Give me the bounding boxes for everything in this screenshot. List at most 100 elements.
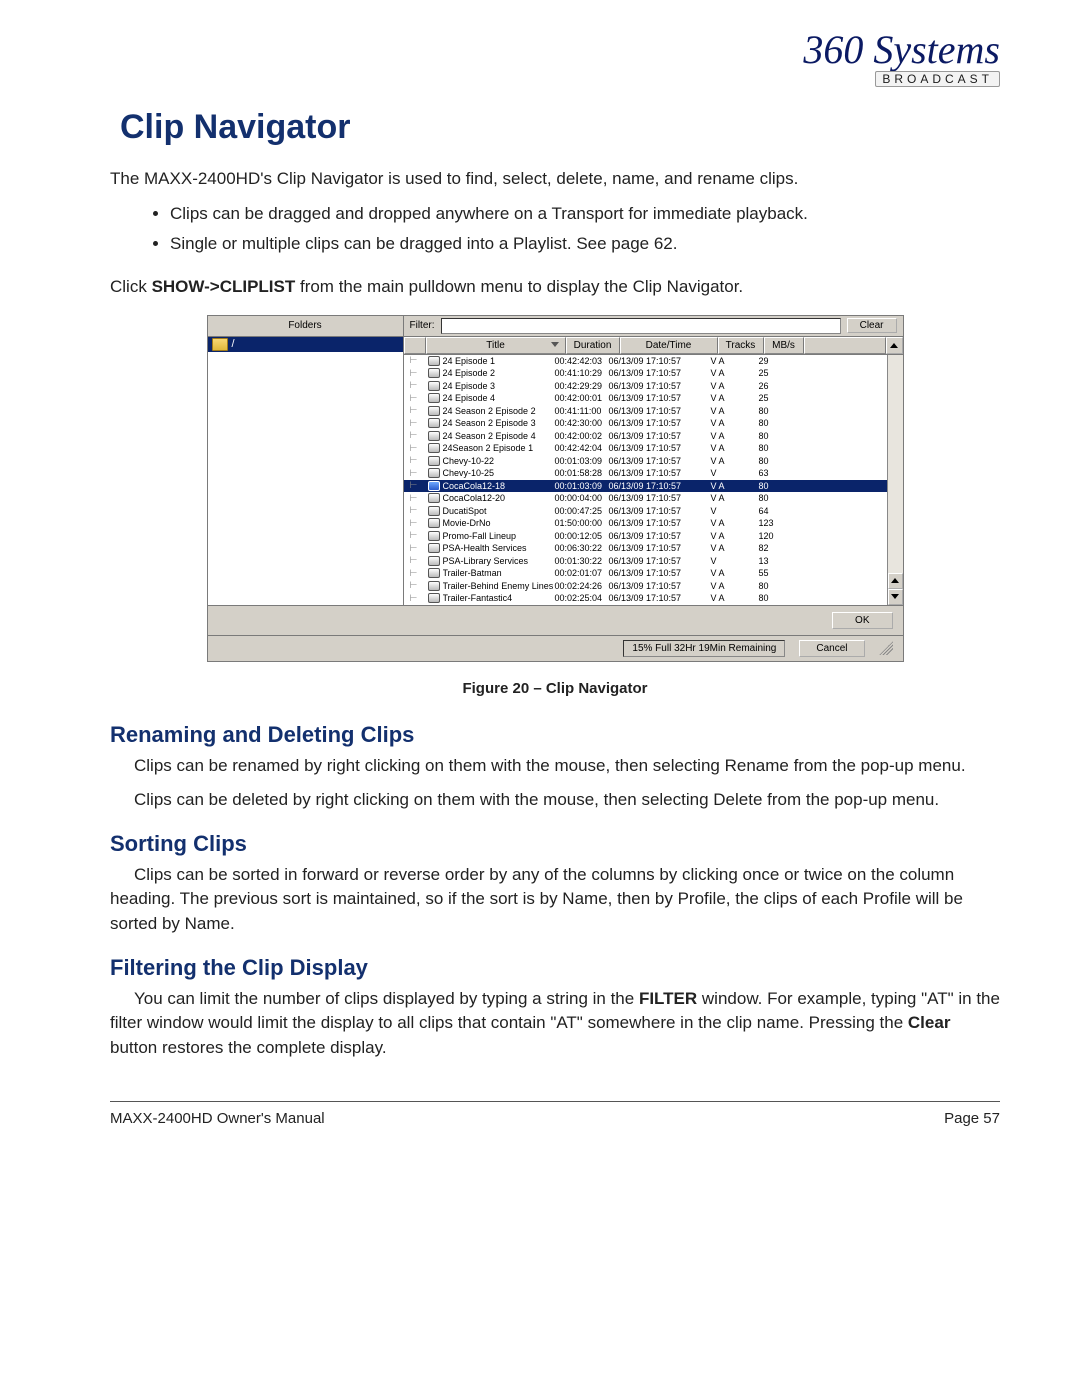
clip-tracks: V [707, 556, 757, 566]
clip-mbs: 120 [757, 531, 799, 541]
clip-icon [428, 443, 440, 453]
clip-title: 24 Episode 4 [443, 393, 555, 403]
clip-icon [428, 381, 440, 391]
clip-row[interactable]: ⊢24 Season 2 Episode 400:42:00:0206/13/0… [404, 430, 887, 443]
scroll-down-small[interactable] [888, 589, 903, 605]
bullet-item: Clips can be dragged and dropped anywher… [170, 202, 1000, 227]
clip-row[interactable]: ⊢24 Episode 200:41:10:2906/13/09 17:10:5… [404, 367, 887, 380]
clip-row[interactable]: ⊢24 Episode 400:42:00:0106/13/09 17:10:5… [404, 392, 887, 405]
clip-row[interactable]: ⊢PSA-Library Services00:01:30:2206/13/09… [404, 555, 887, 568]
clip-row[interactable]: ⊢Trailer-Fantastic400:02:25:0406/13/09 1… [404, 592, 887, 605]
clip-row[interactable]: ⊢24 Season 2 Episode 200:41:11:0006/13/0… [404, 405, 887, 418]
clip-row[interactable]: ⊢Chevy-10-2500:01:58:2806/13/09 17:10:57… [404, 467, 887, 480]
clip-row[interactable]: ⊢Chevy-10-2200:01:03:0906/13/09 17:10:57… [404, 455, 887, 468]
vertical-scrollbar[interactable] [887, 355, 903, 605]
clip-title: 24 Season 2 Episode 3 [443, 418, 555, 428]
clip-datetime: 06/13/09 17:10:57 [609, 406, 707, 416]
clip-tracks: V A [707, 368, 757, 378]
clip-row[interactable]: ⊢DucatiSpot00:00:47:2506/13/09 17:10:57V… [404, 505, 887, 518]
columns-header: Title Duration Date/Time Tracks MB/s [404, 337, 903, 355]
clip-datetime: 06/13/09 17:10:57 [609, 506, 707, 516]
clip-duration: 00:00:04:00 [555, 493, 609, 503]
tree-branch-icon: ⊢ [410, 530, 428, 541]
clip-title: Chevy-10-25 [443, 468, 555, 478]
tree-branch-icon: ⊢ [410, 480, 428, 491]
col-mbs[interactable]: MB/s [764, 337, 804, 354]
clip-datetime: 06/13/09 17:10:57 [609, 393, 707, 403]
clip-duration: 00:41:10:29 [555, 368, 609, 378]
clip-row[interactable]: ⊢Promo-Fall Lineup00:00:12:0506/13/09 17… [404, 530, 887, 543]
clip-datetime: 06/13/09 17:10:57 [609, 368, 707, 378]
tree-branch-icon: ⊢ [410, 443, 428, 454]
clip-icon [428, 356, 440, 366]
clip-icon [428, 556, 440, 566]
folder-icon [212, 338, 228, 351]
clip-tracks: V A [707, 493, 757, 503]
clip-datetime: 06/13/09 17:10:57 [609, 593, 707, 603]
clip-datetime: 06/13/09 17:10:57 [609, 531, 707, 541]
tree-branch-icon: ⊢ [410, 393, 428, 404]
clips-pane: Title Duration Date/Time Tracks MB/s ⊢24… [404, 337, 903, 605]
clip-icon [428, 543, 440, 553]
cancel-button[interactable]: Cancel [799, 640, 864, 657]
clear-button[interactable]: Clear [847, 318, 897, 333]
clip-title: 24 Season 2 Episode 2 [443, 406, 555, 416]
clip-mbs: 80 [757, 443, 799, 453]
intro-text: The MAXX-2400HD's Clip Navigator is used… [110, 167, 1000, 192]
clip-row[interactable]: ⊢24 Episode 300:42:29:2906/13/09 17:10:5… [404, 380, 887, 393]
clip-tracks: V A [707, 406, 757, 416]
clip-row[interactable]: ⊢24 Episode 100:42:42:0306/13/09 17:10:5… [404, 355, 887, 368]
clip-row[interactable]: ⊢24 Season 2 Episode 300:42:30:0006/13/0… [404, 417, 887, 430]
resize-grip-icon[interactable] [879, 641, 893, 655]
clip-icon [428, 531, 440, 541]
clip-row[interactable]: ⊢CocaCola12-1800:01:03:0906/13/09 17:10:… [404, 480, 887, 493]
clip-duration: 00:00:47:25 [555, 506, 609, 516]
tree-branch-icon: ⊢ [410, 418, 428, 429]
clip-mbs: 26 [757, 381, 799, 391]
clip-mbs: 80 [757, 481, 799, 491]
tree-branch-icon: ⊢ [410, 380, 428, 391]
logo-tag: BROADCAST [875, 71, 1000, 87]
clip-tracks: V A [707, 481, 757, 491]
clip-duration: 00:02:01:07 [555, 568, 609, 578]
scroll-up-small[interactable] [888, 573, 903, 589]
filter-input[interactable] [441, 318, 841, 334]
clip-row[interactable]: ⊢Trailer-Batman00:02:01:0706/13/09 17:10… [404, 567, 887, 580]
clip-row[interactable]: ⊢CocaCola12-2000:00:04:0006/13/09 17:10:… [404, 492, 887, 505]
folders-pane[interactable]: / [208, 337, 404, 605]
col-datetime[interactable]: Date/Time [620, 337, 718, 354]
clip-tracks: V A [707, 456, 757, 466]
col-title[interactable]: Title [426, 337, 566, 354]
clip-duration: 00:01:03:09 [555, 456, 609, 466]
ok-button[interactable]: OK [832, 612, 892, 629]
tree-branch-icon: ⊢ [410, 518, 428, 529]
clip-title: CocaCola12-20 [443, 493, 555, 503]
clip-icon [428, 581, 440, 591]
col-duration[interactable]: Duration [566, 337, 620, 354]
clip-title: Promo-Fall Lineup [443, 531, 555, 541]
scroll-up-button[interactable] [886, 337, 903, 354]
clip-duration: 00:01:30:22 [555, 556, 609, 566]
tree-branch-icon: ⊢ [410, 430, 428, 441]
clip-tracks: V A [707, 543, 757, 553]
clip-list[interactable]: ⊢24 Episode 100:42:42:0306/13/09 17:10:5… [404, 355, 887, 605]
clip-title: DucatiSpot [443, 506, 555, 516]
clip-tracks: V A [707, 518, 757, 528]
filter-label: Filter: [410, 320, 435, 331]
clip-icon [428, 493, 440, 503]
clip-mbs: 29 [757, 356, 799, 366]
tree-branch-icon: ⊢ [410, 355, 428, 366]
clip-row[interactable]: ⊢24Season 2 Episode 100:42:42:0406/13/09… [404, 442, 887, 455]
folders-column-header[interactable]: Folders [208, 316, 404, 336]
clip-duration: 00:01:58:28 [555, 468, 609, 478]
clip-icon [428, 468, 440, 478]
col-tracks[interactable]: Tracks [718, 337, 764, 354]
clip-datetime: 06/13/09 17:10:57 [609, 456, 707, 466]
clip-mbs: 80 [757, 493, 799, 503]
sort-desc-icon [551, 342, 559, 347]
folder-root[interactable]: / [208, 337, 403, 352]
clip-row[interactable]: ⊢PSA-Health Services00:06:30:2206/13/09 … [404, 542, 887, 555]
clip-row[interactable]: ⊢Trailer-Behind Enemy Lines00:02:24:2606… [404, 580, 887, 593]
clip-row[interactable]: ⊢Movie-DrNo01:50:00:0006/13/09 17:10:57V… [404, 517, 887, 530]
clip-tracks: V A [707, 431, 757, 441]
